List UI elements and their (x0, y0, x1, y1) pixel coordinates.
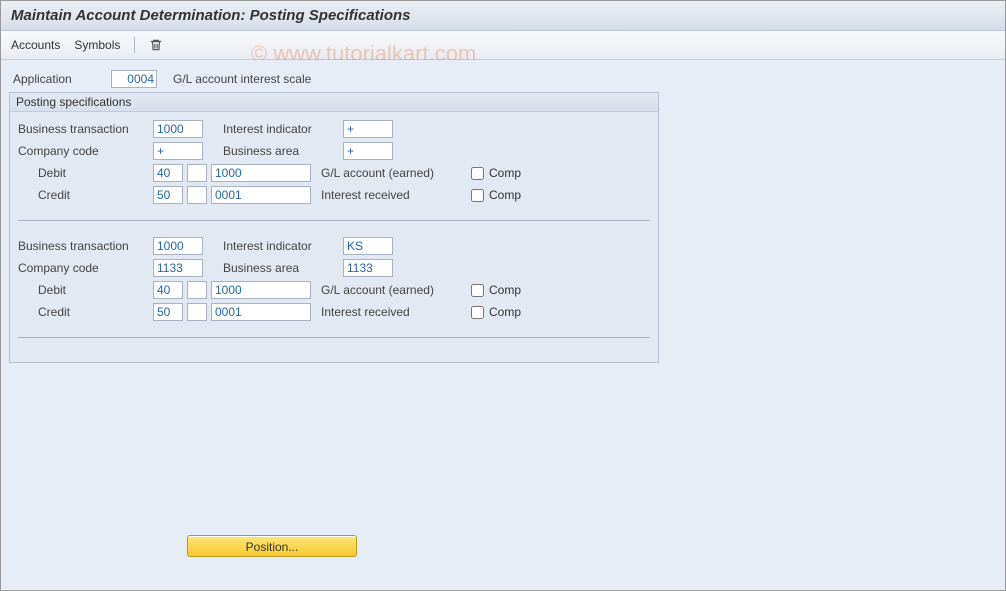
debit-comp-checkbox-1[interactable] (471, 284, 484, 297)
toolbar-accounts[interactable]: Accounts (11, 38, 60, 52)
int-ind-label: Interest indicator (223, 122, 343, 136)
comp-code-input-0[interactable] (153, 142, 203, 160)
page-title: Maintain Account Determination: Posting … (1, 1, 1005, 31)
group-title: Posting specifications (10, 93, 658, 112)
debit-pk-1[interactable] (153, 281, 183, 299)
debit-acct-1[interactable] (211, 281, 311, 299)
toolbar: Accounts Symbols (1, 31, 1005, 60)
comp-code-input-1[interactable] (153, 259, 203, 277)
bus-area-label: Business area (223, 261, 343, 275)
bus-area-input-1[interactable] (343, 259, 393, 277)
bus-trans-label: Business transaction (18, 122, 153, 136)
credit-comp-checkbox-0[interactable] (471, 189, 484, 202)
toolbar-symbols[interactable]: Symbols (74, 38, 120, 52)
credit-pk-0[interactable] (153, 186, 183, 204)
credit-extra-1[interactable] (187, 303, 207, 321)
credit-label: Credit (38, 188, 153, 202)
comp-code-label: Company code (18, 261, 153, 275)
position-button[interactable]: Position... (187, 535, 357, 557)
credit-comp-checkbox-1[interactable] (471, 306, 484, 319)
bus-trans-input-1[interactable] (153, 237, 203, 255)
debit-extra-1[interactable] (187, 281, 207, 299)
divider (18, 220, 650, 221)
credit-comp-0[interactable]: Comp (467, 186, 521, 205)
trash-icon[interactable] (149, 38, 163, 52)
bus-trans-label: Business transaction (18, 239, 153, 253)
debit-acct-0[interactable] (211, 164, 311, 182)
application-value[interactable] (111, 70, 157, 88)
debit-comp-checkbox-0[interactable] (471, 167, 484, 180)
int-ind-label: Interest indicator (223, 239, 343, 253)
bus-area-input-0[interactable] (343, 142, 393, 160)
int-ind-input-1[interactable] (343, 237, 393, 255)
debit-comp-0[interactable]: Comp (467, 164, 521, 183)
int-ind-input-0[interactable] (343, 120, 393, 138)
application-label: Application (13, 72, 103, 86)
credit-comp-1[interactable]: Comp (467, 303, 521, 322)
debit-label: Debit (38, 283, 153, 297)
credit-acct-1[interactable] (211, 303, 311, 321)
debit-desc-0: G/L account (earned) (321, 166, 461, 180)
credit-pk-1[interactable] (153, 303, 183, 321)
application-desc: G/L account interest scale (173, 72, 311, 86)
divider (18, 337, 650, 338)
debit-desc-1: G/L account (earned) (321, 283, 461, 297)
debit-extra-0[interactable] (187, 164, 207, 182)
credit-desc-1: Interest received (321, 305, 461, 319)
credit-extra-0[interactable] (187, 186, 207, 204)
comp-label: Comp (489, 166, 521, 180)
debit-comp-1[interactable]: Comp (467, 281, 521, 300)
debit-pk-0[interactable] (153, 164, 183, 182)
bus-trans-input-0[interactable] (153, 120, 203, 138)
comp-label: Comp (489, 283, 521, 297)
comp-code-label: Company code (18, 144, 153, 158)
comp-label: Comp (489, 305, 521, 319)
comp-label: Comp (489, 188, 521, 202)
posting-spec-group: Posting specifications Business transact… (9, 92, 659, 363)
bus-area-label: Business area (223, 144, 343, 158)
content-area: Application G/L account interest scale P… (1, 60, 1005, 589)
debit-label: Debit (38, 166, 153, 180)
credit-acct-0[interactable] (211, 186, 311, 204)
toolbar-separator (134, 37, 135, 53)
credit-label: Credit (38, 305, 153, 319)
credit-desc-0: Interest received (321, 188, 461, 202)
